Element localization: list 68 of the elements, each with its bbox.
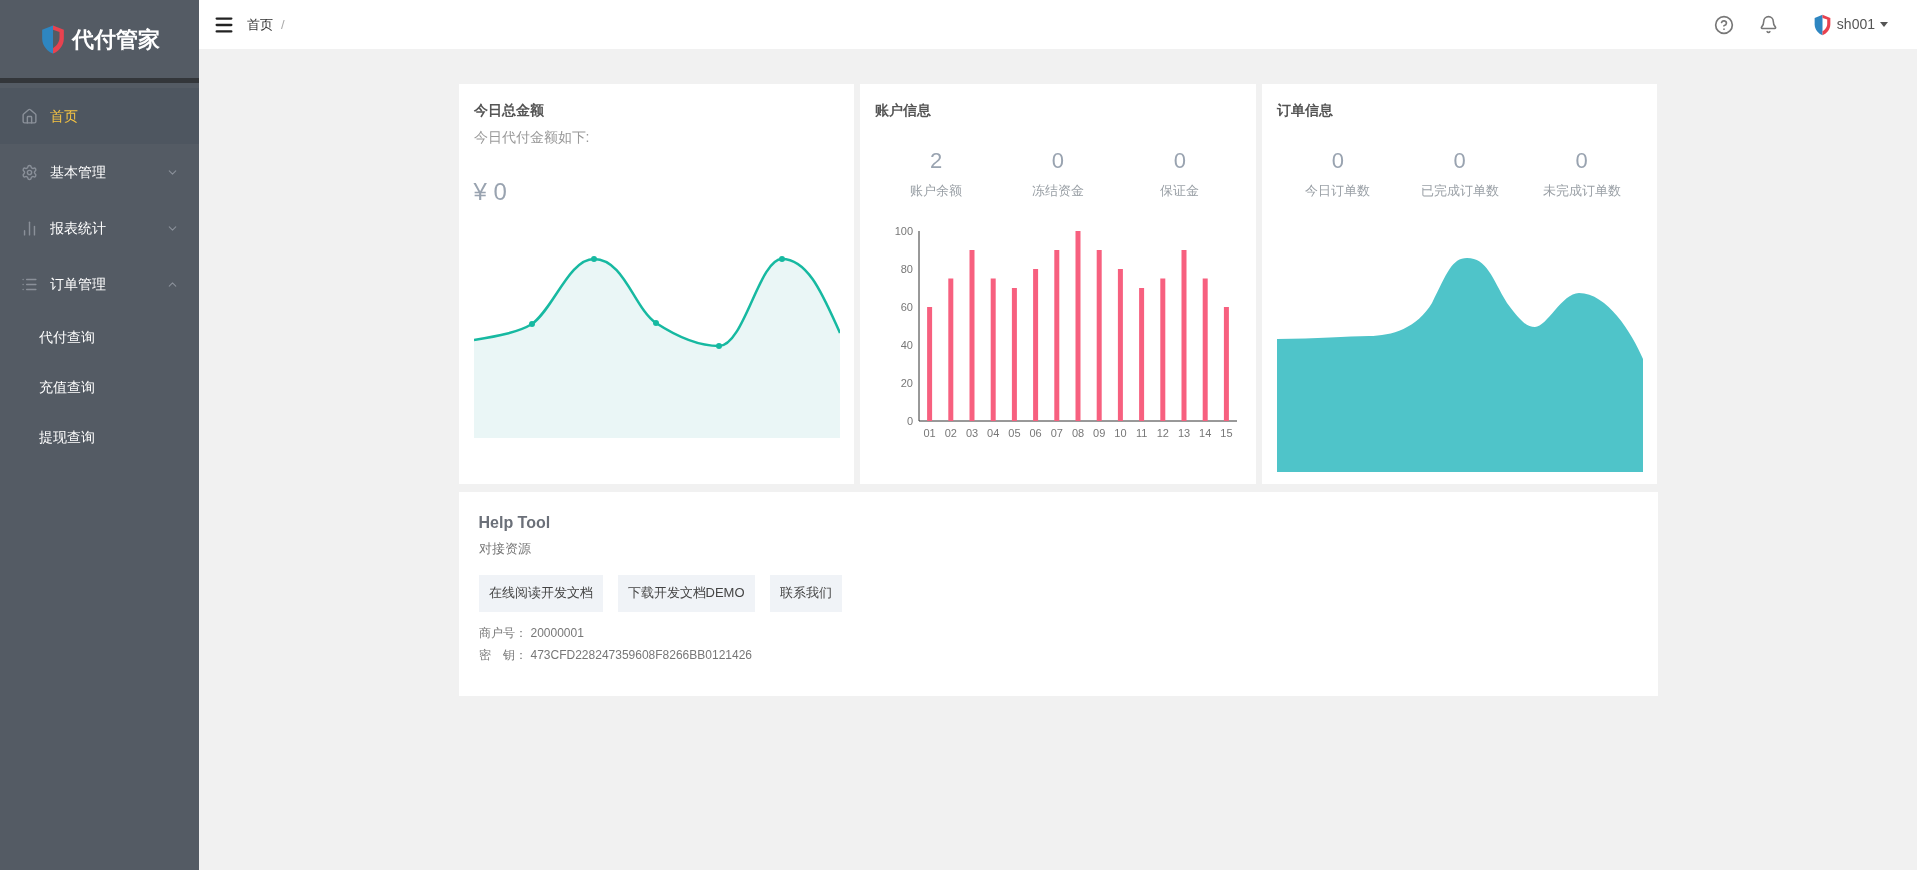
stat-label: 账户余额 [910,182,963,200]
stat-value: 0 [1453,147,1466,175]
field-value: 473CFD228247359608F8266BB0121426 [530,646,753,664]
card-title: Help Tool [478,513,552,533]
sidebar-item[interactable]: 基本管理 [0,144,199,200]
stat-value: 0 [1575,147,1588,175]
card-title: 订单信息 [1276,101,1334,120]
resource-button[interactable]: 联系我们 [769,574,842,612]
x-tick-label: 11 [1136,426,1148,439]
sparkline-point [590,256,597,262]
field-label: 密 钥： [478,646,527,664]
resource-button[interactable]: 下载开发文档DEMO [617,574,755,612]
y-tick-label: 20 [900,376,914,389]
stat-label: 已完成订单数 [1420,182,1499,200]
x-tick-label: 01 [923,426,936,439]
x-tick-label: 02 [944,426,958,439]
sparkline-point [715,343,722,349]
submenu-item[interactable]: 充值查询 [0,362,199,412]
submenu-item[interactable]: 提现查询 [0,412,199,462]
x-tick-label: 03 [966,426,979,439]
resource-button[interactable]: 在线阅读开发文档 [478,574,603,612]
x-tick-label: 04 [987,426,1000,439]
y-tick-label: 0 [907,414,914,427]
sidebar-item[interactable]: 首页 [0,88,199,144]
stat-label: 未完成订单数 [1542,182,1621,200]
x-tick-label: 15 [1220,426,1233,439]
y-tick-label: 60 [900,300,914,313]
logo-text: 代付管家 [71,25,160,54]
stat-label: 冻结资金 [1032,182,1084,200]
x-tick-label: 14 [1199,426,1212,439]
stat-label: 今日订单数 [1305,182,1371,200]
user-menu[interactable]: sh001 [1812,13,1888,36]
y-tick-label: 80 [900,262,914,275]
x-tick-label: 13 [1178,426,1191,439]
amount-value: ¥ 0 [473,177,508,207]
sidebar-item[interactable]: 订单管理 [0,256,199,312]
submenu-item[interactable]: 代付查询 [0,312,199,362]
stat-label: 保证金 [1160,182,1200,200]
card-title: 账户信息 [875,101,933,120]
sidebar-item[interactable]: 报表统计 [0,200,199,256]
caret-icon [1880,22,1888,27]
shield-logo-icon [1812,13,1832,36]
card-title: 今日总金额 [473,101,545,120]
x-tick-label: 10 [1114,426,1127,439]
help-icon[interactable] [1713,14,1734,35]
breadcrumb-item[interactable]: 首页 [247,14,273,35]
breadcrumb-item: / [281,15,285,34]
sparkline-point [778,256,785,262]
field-label: 商户号： [478,624,527,642]
card-subtitle: 今日代付金额如下: [473,128,591,147]
sparkline-point [652,320,659,326]
stat-value: 0 [1173,147,1186,175]
x-tick-label: 05 [1008,426,1021,439]
x-tick-label: 07 [1050,426,1064,439]
stat-value: 2 [929,147,943,175]
x-tick-label: 06 [1029,426,1042,439]
y-tick-label: 40 [900,338,914,351]
sparkline-point [528,321,535,327]
x-tick-label: 08 [1072,426,1085,439]
notification-icon[interactable] [1758,15,1778,34]
card-subtitle: 对接资源 [478,540,532,558]
field-value: 20000001 [530,624,584,642]
stat-value: 0 [1051,147,1065,175]
stat-value: 0 [1331,147,1344,175]
shield-logo-icon [39,23,66,55]
y-tick-label: 100 [894,224,914,237]
x-tick-label: 12 [1156,426,1170,439]
x-tick-label: 09 [1093,426,1106,439]
